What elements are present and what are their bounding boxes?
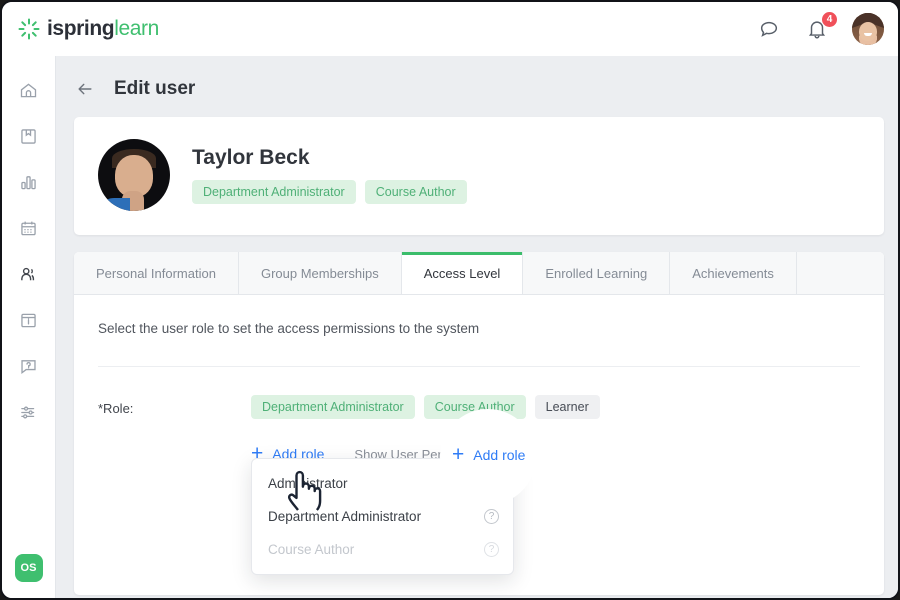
sidebar: OS	[2, 56, 56, 600]
tab-access-level[interactable]: Access Level	[402, 252, 524, 295]
news-icon	[18, 310, 39, 336]
status-badge: Course Author	[365, 180, 467, 204]
add-role-label: Add role	[473, 447, 525, 463]
starburst-icon	[18, 18, 40, 40]
tabs-card: Personal Information Group Memberships A…	[74, 252, 884, 595]
access-level-hint: Select the user role to set the access p…	[74, 321, 884, 336]
dropdown-item-label: Department Administrator	[268, 509, 484, 524]
bell-icon[interactable]: 4	[804, 16, 830, 42]
sidebar-item-help[interactable]	[6, 346, 52, 392]
bar-chart-icon	[18, 172, 39, 198]
role-row: *Role: Department Administrator Course A…	[74, 367, 884, 462]
dropdown-item-label: Course Author	[268, 542, 484, 557]
user-photo-shirt	[104, 198, 130, 211]
question-circle-icon: ?	[484, 542, 499, 557]
user-header: Taylor Beck Department Administrator Cou…	[74, 117, 884, 235]
avatar-face	[859, 22, 877, 41]
back-arrow-icon[interactable]	[74, 78, 96, 100]
sidebar-bottom: OS	[15, 554, 43, 582]
sidebar-item-courses[interactable]	[6, 116, 52, 162]
avatar-smile	[864, 33, 872, 36]
user-identity: Taylor Beck Department Administrator Cou…	[192, 146, 467, 204]
sliders-icon	[18, 402, 39, 428]
tab-panel-access-level: Select the user role to set the access p…	[74, 295, 884, 595]
home-icon	[18, 80, 39, 106]
sidebar-item-home[interactable]	[6, 70, 52, 116]
tab-personal-information[interactable]: Personal Information	[74, 252, 239, 294]
notification-badge: 4	[821, 11, 838, 28]
brand-name: ispringlearn	[47, 17, 159, 41]
tab-achievements[interactable]: Achievements	[670, 252, 797, 294]
add-role-button-highlighted[interactable]: + Add role	[452, 447, 525, 463]
sidebar-item-news[interactable]	[6, 300, 52, 346]
user-role-chips: Department Administrator Course Author	[192, 180, 467, 204]
people-icon	[18, 264, 39, 290]
tab-bar: Personal Information Group Memberships A…	[74, 252, 884, 295]
chat-bubble-icon[interactable]	[756, 16, 782, 42]
status-badge: Department Administrator	[192, 180, 356, 204]
question-circle-icon[interactable]: ?	[484, 509, 499, 524]
brand-logo[interactable]: ispringlearn	[18, 17, 159, 41]
app-window: ispringlearn 4	[0, 0, 900, 600]
avatar[interactable]	[852, 13, 884, 45]
tab-group-memberships[interactable]: Group Memberships	[239, 252, 402, 294]
highlight-content: + Add role	[440, 409, 536, 505]
user-summary-card: Taylor Beck Department Administrator Cou…	[74, 117, 884, 235]
top-bar: ispringlearn 4	[2, 2, 900, 56]
selected-roles: Department Administrator Course Author L…	[251, 395, 860, 419]
tab-enrolled-learning[interactable]: Enrolled Learning	[523, 252, 670, 294]
user-name: Taylor Beck	[192, 146, 467, 170]
sidebar-item-users[interactable]	[6, 254, 52, 300]
main-content: Edit user Taylor Beck Department Adminis…	[56, 56, 900, 600]
page-header: Edit user	[56, 56, 900, 100]
question-chat-icon	[18, 356, 39, 382]
book-icon	[18, 126, 39, 152]
calendar-icon	[18, 218, 39, 244]
sidebar-item-settings[interactable]	[6, 392, 52, 438]
user-photo	[98, 139, 170, 211]
role-field-label: *Role:	[98, 395, 251, 416]
top-bar-actions: 4	[756, 13, 884, 45]
role-chip-learner[interactable]: Learner	[535, 395, 600, 419]
role-field: Department Administrator Course Author L…	[251, 395, 860, 462]
dropdown-item-course-author: Course Author ?	[252, 533, 513, 566]
workspace-badge[interactable]: OS	[15, 554, 43, 582]
sidebar-item-calendar[interactable]	[6, 208, 52, 254]
plus-icon: +	[452, 448, 464, 462]
tab-bar-filler	[797, 252, 884, 294]
page-title: Edit user	[114, 78, 195, 100]
sidebar-item-reports[interactable]	[6, 162, 52, 208]
role-chip-department-administrator[interactable]: Department Administrator	[251, 395, 415, 419]
